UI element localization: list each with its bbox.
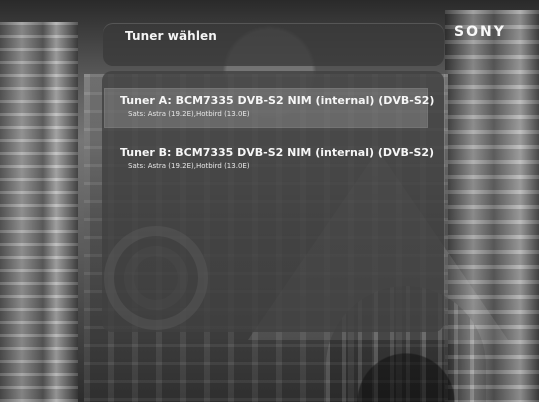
tuner-option-label: Tuner B: BCM7335 DVB-S2 NIM (internal) (… [120, 146, 435, 159]
dialog-title: Tuner wählen [125, 29, 217, 43]
tv-screen: SONY Tuner wählen Tuner A: BCM7335 DVB-S… [0, 0, 539, 402]
tuner-option-sats: Sats: Astra (19.2E),Hotbird (13.0E) [128, 110, 250, 118]
tuner-option-sats: Sats: Astra (19.2E),Hotbird (13.0E) [128, 162, 250, 170]
left-tower [0, 22, 78, 402]
tuner-option-b[interactable]: Tuner B: BCM7335 DVB-S2 NIM (internal) (… [120, 140, 434, 180]
tuner-option-label: Tuner A: BCM7335 DVB-S2 NIM (internal) (… [120, 94, 435, 107]
brand-text: SONY [454, 24, 506, 40]
dialog-title-bar: Tuner wählen [103, 23, 444, 66]
tuner-option-a[interactable]: Tuner A: BCM7335 DVB-S2 NIM (internal) (… [104, 88, 434, 128]
tuner-list-panel: Tuner A: BCM7335 DVB-S2 NIM (internal) (… [102, 71, 444, 332]
